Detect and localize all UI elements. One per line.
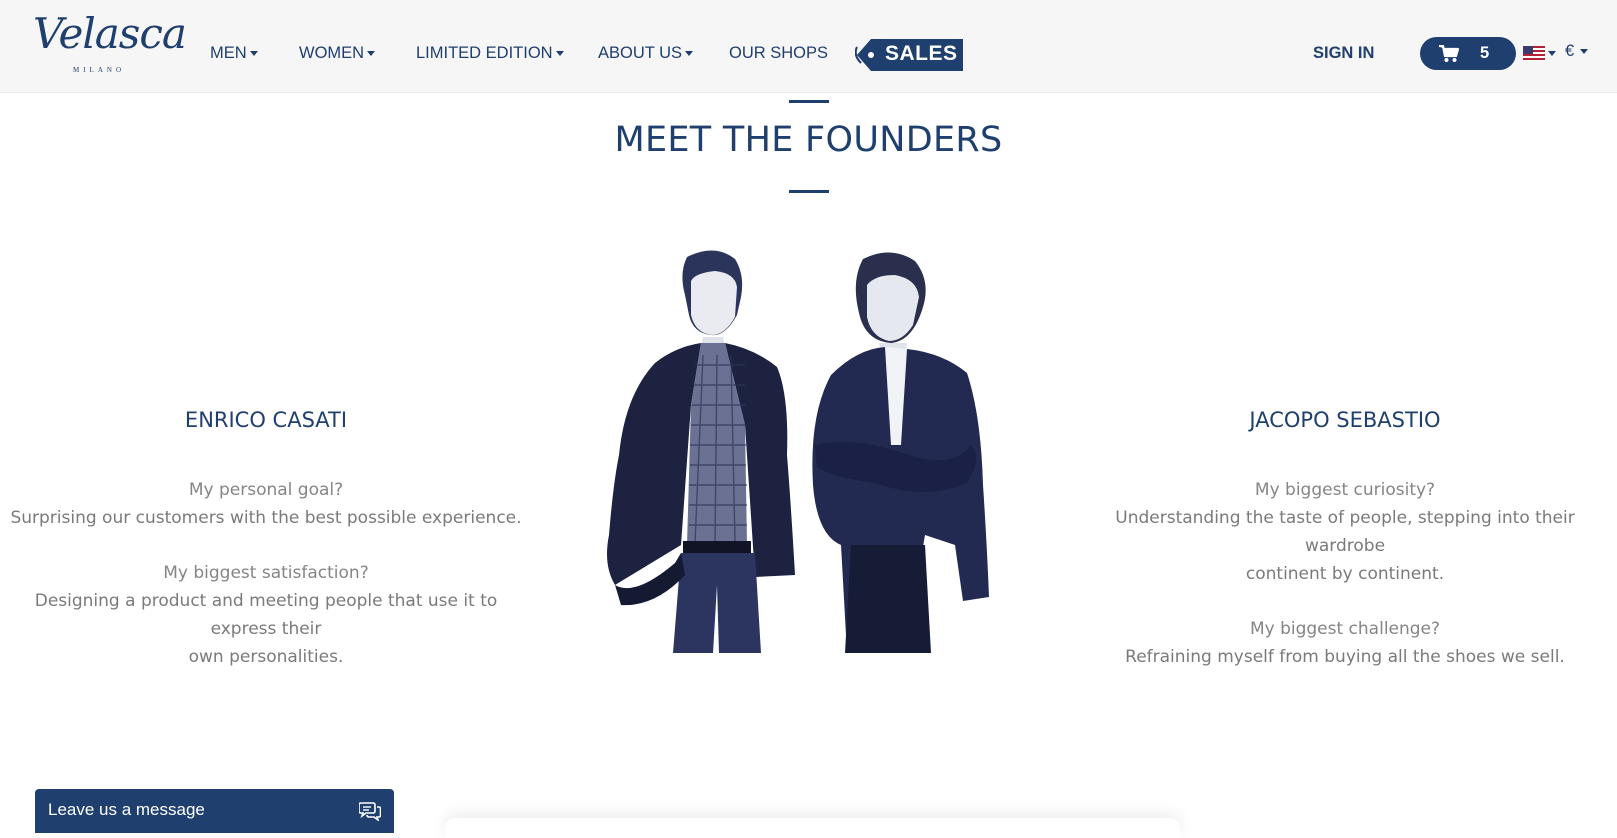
qa-answer-line: Surprising our customers with the best p…: [10, 508, 522, 528]
qa-answer-line: Refraining myself from buying all the sh…: [1125, 647, 1565, 667]
caret-down-icon: [685, 51, 694, 57]
sales-label: SALES: [885, 42, 958, 65]
nav-item-men[interactable]: MEN: [210, 44, 258, 63]
sign-in-link[interactable]: SIGN IN: [1313, 44, 1374, 63]
logo-subtitle: MILANO: [73, 66, 125, 74]
qa-question: My biggest curiosity?: [1254, 480, 1436, 500]
qa-block: My biggest challenge? Refraining myself …: [1090, 615, 1600, 671]
leave-message-chat-button[interactable]: Leave us a message: [35, 789, 394, 833]
founder-profile-enrico: ENRICO CASATI My personal goal? Surprisi…: [0, 406, 532, 698]
logo-wordmark: Velasca: [33, 9, 187, 58]
site-header: Velasca MILANO MEN WOMEN LIMITED EDITION…: [0, 0, 1617, 93]
nav-label: MEN: [210, 44, 247, 62]
nav-label: WOMEN: [299, 44, 365, 62]
founder-profile-jacopo: JACOPO SEBASTIO My biggest curiosity? Un…: [1090, 406, 1600, 698]
qa-question: My biggest challenge?: [1249, 619, 1441, 639]
chat-bubbles-icon: [359, 802, 381, 821]
nav-label: OUR SHOPS: [729, 44, 829, 62]
section-title: MEET THE FOUNDERS: [614, 120, 1003, 160]
caret-down-icon: [1580, 49, 1589, 55]
caret-down-icon: [367, 51, 376, 57]
founder-name: JACOPO SEBASTIO: [1249, 408, 1441, 432]
founders-photo: [607, 250, 989, 653]
chat-label: Leave us a message: [48, 800, 205, 819]
qa-question: My biggest satisfaction?: [163, 563, 369, 583]
qa-answer-line: continent by continent.: [1245, 564, 1445, 584]
qa-question: My personal goal?: [188, 480, 344, 500]
founder-figure-right: [812, 252, 989, 653]
qa-answer-line: Designing a product and meeting people t…: [34, 591, 498, 639]
nav-item-about-us[interactable]: ABOUT US: [598, 44, 694, 63]
title-divider-bottom: [789, 190, 829, 193]
velasca-logo[interactable]: Velasca MILANO: [33, 6, 187, 76]
currency-symbol: €: [1565, 42, 1575, 60]
qa-block: My biggest curiosity? Understanding the …: [1090, 476, 1600, 588]
qa-answer-line: own personalities.: [188, 647, 344, 667]
shopping-cart-icon: [1439, 45, 1460, 62]
founder-name: ENRICO CASATI: [184, 408, 348, 432]
country-selector[interactable]: [1523, 46, 1565, 62]
title-divider-top: [789, 100, 829, 103]
sales-tag-button[interactable]: SALES: [855, 37, 967, 73]
us-flag-icon: [1523, 46, 1545, 60]
cart-button[interactable]: 5: [1420, 37, 1516, 70]
nav-item-our-shops[interactable]: OUR SHOPS: [729, 44, 828, 63]
nav-label: ABOUT US: [598, 44, 683, 62]
nav-label: LIMITED EDITION: [416, 44, 553, 62]
qa-block: My biggest satisfaction? Designing a pro…: [0, 559, 532, 671]
content-card-edge: [445, 818, 1180, 838]
nav-item-limited-edition[interactable]: LIMITED EDITION: [416, 44, 564, 63]
caret-down-icon: [1548, 51, 1556, 56]
nav-item-women[interactable]: WOMEN: [299, 44, 376, 63]
qa-answer-line: Understanding the taste of people, stepp…: [1115, 508, 1575, 556]
caret-down-icon: [555, 51, 564, 57]
cart-count-badge: 5: [1480, 44, 1490, 62]
founder-figure-left: [607, 250, 795, 653]
caret-down-icon: [249, 51, 258, 57]
currency-selector[interactable]: €: [1565, 42, 1589, 61]
qa-block: My personal goal? Surprising our custome…: [0, 476, 532, 532]
